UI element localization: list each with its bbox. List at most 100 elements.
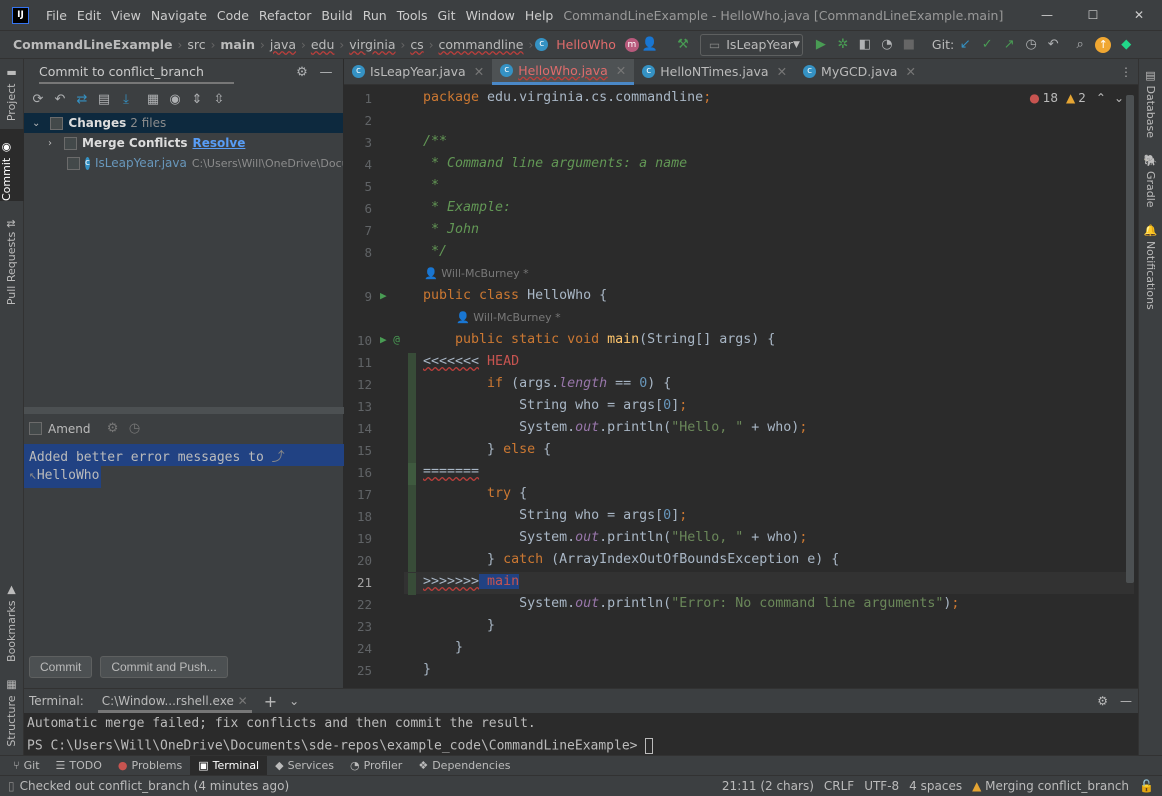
code-with-me-icon[interactable]: ◆ — [1118, 37, 1134, 52]
tab-hellontimes[interactable]: c HelloNTimes.java ✕ — [634, 59, 795, 85]
clock-icon[interactable]: ◷ — [127, 421, 143, 436]
more-tabs-icon[interactable]: ⋮ — [1120, 65, 1132, 79]
menu-build[interactable]: Build — [321, 8, 352, 23]
tool-window-services[interactable]: ◆ Services — [267, 756, 342, 776]
status-message[interactable]: Checked out conflict_branch (4 minutes a… — [20, 779, 290, 793]
maximize-button[interactable]: ☐ — [1070, 0, 1116, 30]
changes-checkbox[interactable] — [50, 116, 64, 130]
menu-navigate[interactable]: Navigate — [151, 8, 207, 23]
debug-icon[interactable]: ✲ — [835, 37, 851, 52]
vertical-scrollbar[interactable] — [1126, 95, 1134, 583]
group-by-icon[interactable]: ▦ — [145, 92, 161, 107]
menu-refactor[interactable]: Refactor — [259, 8, 311, 23]
user-icon[interactable]: 👤 — [642, 37, 658, 52]
gear-icon[interactable]: ⚙ — [294, 65, 310, 80]
terminal-tab[interactable]: C:\Window...rshell.exe ✕ — [97, 690, 252, 713]
rollback-icon[interactable]: ↶ — [52, 92, 68, 107]
run-gutter-icon[interactable]: ▶ @ — [380, 333, 400, 346]
close-tab-icon[interactable]: ✕ — [616, 63, 626, 78]
close-tab-icon[interactable]: ✕ — [905, 64, 915, 79]
coverage-icon[interactable]: ◧ — [857, 37, 873, 52]
notifications-tool-button[interactable]: 🔔 Notifications — [1144, 224, 1157, 310]
breadcrumb-item[interactable]: HelloWho — [556, 37, 616, 52]
run-config-select[interactable]: ▭ IsLeapYear ▼ — [699, 33, 803, 56]
tab-mygcd[interactable]: c MyGCD.java ✕ — [795, 59, 924, 85]
diff-icon[interactable]: ⇄ — [74, 92, 90, 107]
terminal-output[interactable]: Automatic merge failed; fix conflicts an… — [24, 713, 1138, 754]
menu-edit[interactable]: Edit — [77, 8, 101, 23]
run-gutter-icon[interactable]: ▶ — [380, 289, 387, 302]
git-branch-widget[interactable]: ▲ Merging conflict_branch — [972, 779, 1129, 793]
code-editor[interactable]: ● 18 ▲ 2 ⌃ ⌄ 1 package edu.virginia.cs.comma… — [344, 85, 1138, 687]
breadcrumb-item[interactable]: cs — [410, 37, 423, 52]
git-commit-icon[interactable]: ✓ — [979, 37, 995, 52]
author-inlay-hint[interactable]: 👤 Will-McBurney * — [456, 311, 561, 324]
gear-icon[interactable]: ⚙ — [105, 421, 121, 436]
commit-and-push-button[interactable]: Commit and Push... — [100, 656, 228, 678]
database-tool-button[interactable]: ▤ Database — [1144, 69, 1157, 138]
commit-message-input[interactable]: Added better error messages to ⤴ ↖HelloW… — [24, 444, 344, 644]
merge-conflicts-checkbox[interactable] — [64, 136, 77, 150]
breadcrumb-item[interactable]: main — [220, 37, 255, 52]
commit-button[interactable]: Commit — [29, 656, 93, 678]
breadcrumb-item[interactable]: edu — [311, 37, 335, 52]
breadcrumb-item[interactable]: virginia — [349, 37, 395, 52]
shelve-icon[interactable]: ⤓ — [118, 92, 134, 107]
hide-icon[interactable]: — — [318, 65, 334, 80]
breadcrumb-item[interactable]: java — [270, 37, 296, 52]
tool-window-terminal[interactable]: ▣ Terminal — [190, 755, 268, 776]
breadcrumb-item[interactable]: src — [187, 37, 205, 52]
search-icon[interactable]: ⌕ — [1072, 37, 1088, 52]
lock-icon[interactable]: 🔓 — [1139, 779, 1154, 793]
menu-file[interactable]: File — [46, 8, 67, 23]
file-encoding[interactable]: UTF-8 — [864, 779, 899, 793]
build-hammer-icon[interactable]: ⚒ — [675, 37, 691, 52]
menu-git[interactable]: Git — [438, 8, 456, 23]
menu-view[interactable]: View — [111, 8, 141, 23]
chevron-down-icon[interactable]: ⌄ — [32, 118, 40, 129]
chevron-down-icon[interactable]: ⌄ — [289, 694, 299, 708]
history-icon[interactable]: ◷ — [1023, 37, 1039, 52]
bookmarks-tool-button[interactable]: Bookmarks ▼ — [5, 584, 18, 662]
line-separator[interactable]: CRLF — [824, 779, 854, 793]
breadcrumb-item[interactable]: CommandLineExample — [13, 37, 173, 52]
gear-icon[interactable]: ⚙ — [1097, 694, 1108, 708]
stop-icon[interactable]: ■ — [901, 37, 917, 52]
git-update-icon[interactable]: ↙ — [957, 37, 973, 52]
close-icon[interactable]: ✕ — [238, 694, 248, 708]
amend-checkbox[interactable] — [29, 422, 42, 435]
profile-icon[interactable]: ◔ — [879, 37, 895, 52]
caret-position[interactable]: 21:11 (2 chars) — [722, 779, 814, 793]
update-icon[interactable]: ↑ — [1095, 36, 1112, 53]
hide-icon[interactable]: — — [1120, 694, 1132, 708]
close-tab-icon[interactable]: ✕ — [474, 64, 484, 79]
changelist-icon[interactable]: ▤ — [96, 92, 112, 107]
close-button[interactable]: ✕ — [1116, 0, 1162, 30]
menu-window[interactable]: Window — [466, 8, 515, 23]
refresh-icon[interactable]: ⟳ — [30, 92, 46, 107]
tool-window-git[interactable]: ⑂ Git — [5, 756, 48, 776]
project-tool-button[interactable]: Project ▬ — [5, 67, 18, 121]
tool-window-todo[interactable]: ☰ TODO — [48, 756, 110, 776]
gradle-tool-button[interactable]: 🐘 Gradle — [1144, 154, 1157, 208]
pull-requests-tool-button[interactable]: Pull Requests ⇅ — [5, 219, 18, 305]
menu-code[interactable]: Code — [217, 8, 249, 23]
app-logo[interactable]: IJ — [12, 6, 29, 24]
close-tab-icon[interactable]: ✕ — [777, 64, 787, 79]
menu-run[interactable]: Run — [363, 8, 387, 23]
chevron-right-icon[interactable]: › — [48, 138, 52, 149]
method-icon[interactable]: m — [624, 37, 639, 52]
merge-conflicts-node[interactable]: › Merge Conflicts Resolve — [24, 133, 343, 153]
resolve-link[interactable]: Resolve — [193, 136, 246, 150]
horizontal-scrollbar[interactable] — [24, 407, 344, 414]
rollback-icon[interactable]: ↶ — [1045, 37, 1061, 52]
chevron-up-icon[interactable]: ⌃ — [1096, 91, 1106, 105]
changes-node[interactable]: ⌄ Changes 2 files — [24, 113, 343, 133]
git-push-icon[interactable]: ↗ — [1001, 37, 1017, 52]
tool-window-profiler[interactable]: ◔ Profiler — [342, 756, 410, 776]
author-inlay-hint[interactable]: 👤 Will-McBurney * — [424, 267, 529, 280]
breadcrumb-item[interactable]: commandline — [439, 37, 524, 52]
add-terminal-icon[interactable]: + — [264, 692, 277, 711]
tool-window-dependencies[interactable]: ❖ Dependencies — [410, 756, 518, 776]
expand-all-icon[interactable]: ⇕ — [189, 92, 205, 107]
